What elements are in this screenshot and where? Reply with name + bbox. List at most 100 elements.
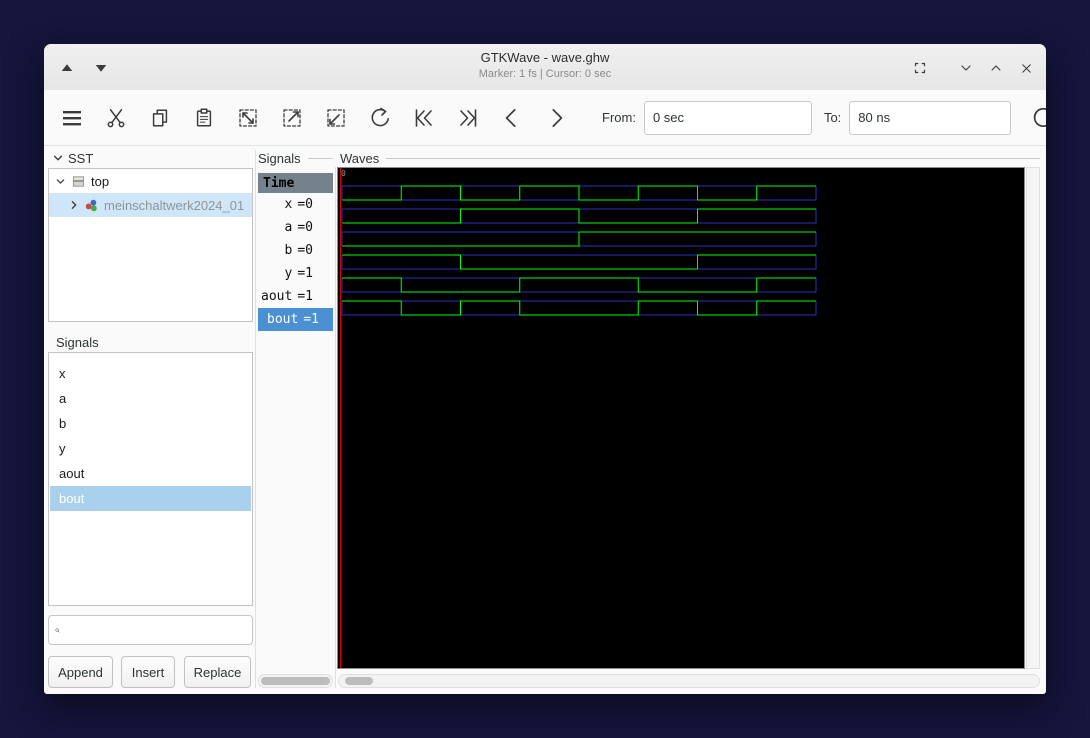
- close-button[interactable]: [1013, 55, 1039, 81]
- append-button[interactable]: Append: [48, 656, 113, 688]
- scrollbar-thumb[interactable]: [261, 677, 330, 685]
- zoom-out-button[interactable]: [322, 99, 350, 137]
- zoom-in-button[interactable]: [278, 99, 306, 137]
- roll-down-button[interactable]: [953, 55, 979, 81]
- signal-name: x: [285, 197, 293, 212]
- instance-icon: [84, 198, 99, 213]
- search-input[interactable]: [66, 622, 246, 639]
- signal-list-item-selected[interactable]: bout: [50, 486, 251, 511]
- signals-frame-header: Signals: [258, 150, 333, 166]
- waves-frame-header: Waves: [340, 150, 1040, 166]
- signal-name-row[interactable]: x =0: [258, 193, 333, 216]
- from-label: From:: [602, 110, 636, 125]
- signal-value: =0: [297, 197, 313, 212]
- undo-button[interactable]: [366, 99, 394, 137]
- roll-up-button[interactable]: [983, 55, 1009, 81]
- zoom-fit-icon: [236, 106, 260, 130]
- signal-name-row[interactable]: y=1: [258, 262, 333, 285]
- shift-left-button[interactable]: [498, 99, 526, 137]
- signal-value: =1: [297, 266, 313, 281]
- toolbar: From: To:: [44, 90, 1046, 146]
- signals-label: Signals: [258, 151, 301, 166]
- paned-divider[interactable]: [255, 150, 256, 688]
- maximize-button[interactable]: [907, 55, 933, 81]
- to-label: To:: [824, 110, 841, 125]
- signal-names-hscrollbar[interactable]: [258, 674, 333, 688]
- signal-list-item[interactable]: y: [54, 436, 247, 461]
- timeline-origin-label: 0: [341, 169, 346, 178]
- tree-node-top[interactable]: top: [49, 169, 252, 193]
- goto-start-button[interactable]: [410, 99, 438, 137]
- signal-list-item[interactable]: a: [54, 386, 247, 411]
- expander-down-icon[interactable]: [55, 176, 66, 187]
- wave-extent-box: [342, 301, 816, 315]
- gtkwave-window: GTKWave - wave.ghw Marker: 1 fs | Cursor…: [44, 44, 1046, 694]
- waves-vscrollbar[interactable]: [1026, 167, 1040, 669]
- paned-divider[interactable]: [335, 167, 336, 688]
- wave-canvas[interactable]: 0: [337, 167, 1025, 669]
- wave-extent-box: [342, 255, 816, 269]
- waves-hscrollbar[interactable]: [338, 674, 1040, 688]
- cut-button[interactable]: [102, 99, 130, 137]
- time-header[interactable]: Time: [258, 173, 333, 193]
- signal-name-row[interactable]: a=0: [258, 216, 333, 239]
- wave-trace-a: [342, 209, 816, 223]
- shade-up-button[interactable]: [54, 55, 80, 81]
- wave-trace-bout: [342, 301, 816, 315]
- reload-button[interactable]: [1029, 99, 1046, 137]
- signal-value: =1: [303, 312, 319, 327]
- triangle-down-icon: [92, 59, 110, 77]
- zoom-fit-button[interactable]: [234, 99, 262, 137]
- scrollbar-thumb[interactable]: [345, 677, 373, 685]
- chevron-down-icon: [958, 60, 974, 76]
- hamburger-menu-icon: [60, 106, 84, 130]
- sst-frame-header: SST: [52, 150, 253, 166]
- to-time-input[interactable]: [849, 101, 1011, 135]
- copy-button[interactable]: [146, 99, 174, 137]
- signal-name-row[interactable]: b =0: [258, 239, 333, 262]
- replace-button[interactable]: Replace: [184, 656, 251, 688]
- chevron-left-icon: [499, 105, 525, 131]
- zoom-out-icon: [324, 106, 348, 130]
- signal-value: =1: [297, 289, 313, 304]
- chevron-up-icon: [988, 60, 1004, 76]
- expander-right-icon[interactable]: [69, 199, 79, 211]
- sst-tree-panel: top meinschaltwerk2024_01: [48, 168, 253, 322]
- scissors-icon: [105, 107, 127, 129]
- paste-button[interactable]: [190, 99, 218, 137]
- waves-label: Waves: [340, 151, 379, 166]
- signal-name-row-selected[interactable]: bout=1: [258, 308, 333, 331]
- copy-icon: [149, 107, 171, 129]
- signal-item-label: bout: [59, 491, 84, 506]
- signal-value: =0: [297, 243, 313, 258]
- skip-to-start-icon: [412, 106, 436, 130]
- window-title: GTKWave - wave.ghw: [44, 50, 1046, 65]
- shade-down-button[interactable]: [88, 55, 114, 81]
- chevron-right-icon: [543, 105, 569, 131]
- close-icon: [1019, 61, 1034, 76]
- wave-trace-y: [342, 255, 816, 269]
- shift-right-button[interactable]: [542, 99, 570, 137]
- signal-list-item[interactable]: aout: [54, 461, 247, 486]
- menu-button[interactable]: [58, 99, 86, 137]
- wave-trace-b: [342, 232, 816, 246]
- signal-item-label: x: [59, 366, 66, 381]
- signal-list-item[interactable]: x: [54, 361, 247, 386]
- wave-extent-box: [342, 278, 816, 292]
- from-time-input[interactable]: [644, 101, 812, 135]
- waveform-svg: [338, 168, 1024, 668]
- sst-label: SST: [68, 151, 93, 166]
- collapse-chevron-icon[interactable]: [52, 152, 64, 164]
- signal-name-row[interactable]: aout=1: [258, 285, 333, 308]
- triangle-up-icon: [58, 59, 76, 77]
- signal-list-item[interactable]: b: [54, 411, 247, 436]
- goto-end-button[interactable]: [454, 99, 482, 137]
- tree-node-instance[interactable]: meinschaltwerk2024_01: [49, 193, 252, 217]
- signal-search-panel: x a b y aout bout: [48, 352, 253, 606]
- signal-item-label: b: [59, 416, 66, 431]
- insert-button[interactable]: Insert: [121, 656, 175, 688]
- wave-trace-x: [342, 186, 816, 200]
- signal-name: b: [285, 243, 293, 258]
- tree-node-instance-label: meinschaltwerk2024_01: [104, 198, 244, 213]
- signal-search-box: [48, 615, 253, 645]
